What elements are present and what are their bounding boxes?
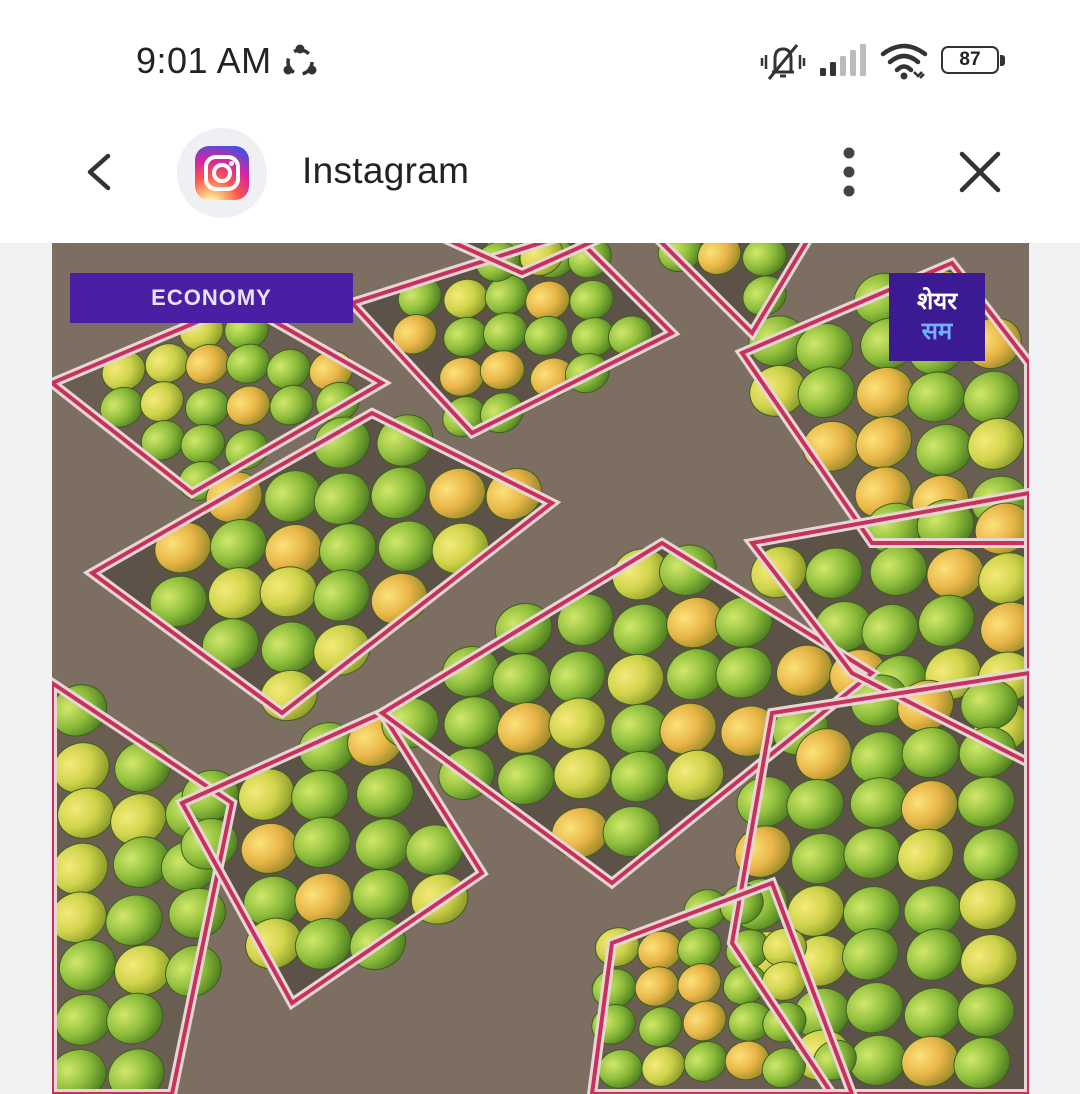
close-icon (959, 151, 1001, 193)
status-bar: 9:01 AM 87 (0, 0, 1080, 120)
content-area: ECONOMY शेयर सम (0, 243, 1080, 1094)
more-vertical-icon (843, 147, 855, 197)
battery-level: 87 (959, 49, 981, 70)
more-options-button[interactable] (825, 142, 875, 202)
wifi-icon (880, 42, 928, 87)
status-time: 9:01 AM (136, 40, 272, 81)
signal-icon (818, 44, 868, 83)
page-title: Instagram (302, 150, 470, 191)
category-tag: ECONOMY (70, 273, 353, 323)
post-image[interactable]: ECONOMY शेयर सम (52, 243, 1029, 1094)
mango-crates-photo (52, 243, 1029, 1094)
brand-logo-line1: शेयर (916, 288, 958, 315)
sync-icon (280, 44, 320, 85)
chevron-left-icon (87, 153, 111, 191)
mute-icon (760, 42, 806, 87)
back-button[interactable] (70, 142, 130, 202)
instagram-logo (195, 146, 249, 200)
app-header: Instagram (0, 120, 1080, 243)
close-button[interactable] (950, 142, 1010, 202)
brand-logo-line2: सम (921, 318, 953, 345)
battery-icon: 87 (941, 46, 1005, 76)
brand-logo: शेयर सम (889, 273, 985, 361)
avatar (177, 128, 267, 218)
